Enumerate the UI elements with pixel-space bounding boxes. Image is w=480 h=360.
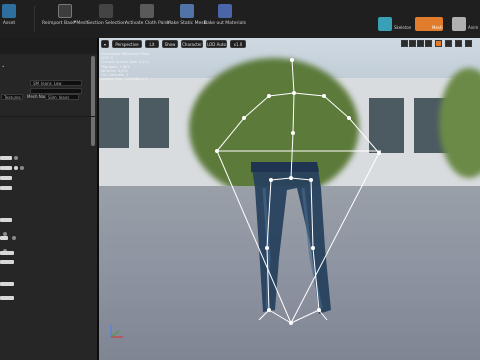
snap-scale-icon[interactable]: [455, 40, 462, 47]
add-icon[interactable]: [20, 166, 24, 170]
property-field-10[interactable]: [0, 296, 14, 300]
property-field-7[interactable]: [0, 251, 14, 255]
stat-line: Approx Size: 125x36x173: [101, 77, 148, 82]
save-icon: [2, 4, 16, 18]
perspective-button[interactable]: Perspective: [112, 40, 142, 48]
mesh-name-field[interactable]: Slim_Jeans: [45, 94, 79, 100]
details-header: [0, 38, 97, 54]
show-button[interactable]: Show: [162, 40, 178, 48]
property-field-2[interactable]: [0, 166, 12, 170]
reset-icon[interactable]: [14, 166, 18, 170]
save-asset-button[interactable]: Asset: [2, 4, 16, 26]
reset-icon[interactable]: [14, 156, 18, 160]
property-field-1[interactable]: [0, 156, 12, 160]
animation-mode-label: Anim: [468, 25, 479, 30]
animation-mode-icon[interactable]: [452, 17, 466, 31]
skeleton-mode-icon[interactable]: [378, 17, 392, 31]
translate-tool-icon[interactable]: [409, 40, 416, 47]
skeleton-overlay: [215, 58, 381, 325]
axis-gizmo-icon: [110, 325, 123, 338]
property-field-5[interactable]: [0, 218, 12, 222]
reimport-base-mesh-button[interactable]: Reimport Base Mesh: [42, 4, 88, 26]
snap-grid-icon[interactable]: [435, 40, 442, 47]
skeleton-mode-label: Skeleton: [394, 25, 412, 30]
reimport-dropdown-arrow[interactable]: ▾: [72, 20, 78, 26]
property-field-3[interactable]: [0, 176, 12, 180]
property-field-9[interactable]: [0, 282, 14, 286]
viewport-options-button[interactable]: ▾: [101, 40, 109, 48]
asset-field[interactable]: SM_Jeans_Low: [30, 80, 82, 86]
lod-auto-button[interactable]: LOD Auto: [206, 40, 227, 48]
stat-line: Current Screen Size: 1.311: [101, 60, 150, 65]
textures-dropdown[interactable]: Textures: [1, 94, 23, 100]
property-field-6[interactable]: [0, 236, 8, 240]
bake-out-materials-button[interactable]: Bake out Materials: [204, 4, 246, 26]
reset-icon[interactable]: [12, 236, 16, 240]
rotate-tool-icon[interactable]: [417, 40, 424, 47]
reimport-icon: [58, 4, 73, 18]
playback-speed-button[interactable]: x1.0: [230, 40, 246, 48]
section-selection-button[interactable]: Section Selection: [87, 4, 126, 26]
scale-tool-icon[interactable]: [425, 40, 432, 47]
viewport[interactable]: ▾ Perspective Lit Show Character LOD Aut…: [99, 38, 480, 360]
camera-speed-icon[interactable]: [465, 40, 472, 47]
details-panel: • SM_Jeans_Low Textures Mesh Name Slim_J…: [0, 38, 99, 360]
snap-rotation-icon[interactable]: [445, 40, 452, 47]
section-selection-icon: [99, 4, 114, 18]
jeans-mesh: [251, 162, 331, 314]
property-field-8[interactable]: [0, 260, 14, 264]
bake-materials-icon: [217, 4, 232, 18]
property-field-4[interactable]: [0, 186, 12, 190]
select-tool-icon[interactable]: [401, 40, 408, 47]
make-static-mesh-button[interactable]: Make Static Mesh: [167, 4, 206, 26]
panel-row-marker: •: [2, 64, 5, 69]
viewport-stats: Previewing Reference Pose LOD: 0 Current…: [101, 52, 149, 81]
toolbar-separator: [34, 6, 35, 32]
static-mesh-icon: [179, 4, 194, 18]
character-button[interactable]: Character: [181, 40, 203, 48]
mesh-mode-label: Mesh: [432, 25, 443, 30]
lit-button[interactable]: Lit: [145, 40, 159, 48]
panel-divider: [0, 116, 95, 117]
main-toolbar: Asset Reimport Base Mesh ▾ Section Selec…: [0, 0, 480, 39]
cloth-paint-icon: [140, 4, 155, 18]
activate-cloth-paint-button[interactable]: Activate Cloth Paint: [125, 4, 169, 26]
panel-scrollbar[interactable]: [91, 56, 95, 146]
